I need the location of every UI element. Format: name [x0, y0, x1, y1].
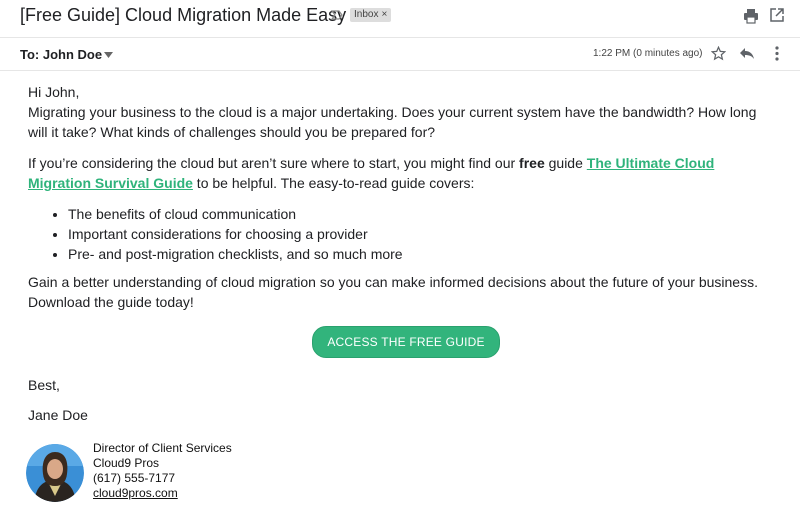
- guide-paragraph: If you’re considering the cloud but aren…: [28, 153, 768, 193]
- list-item: Pre- and post-migration checklists, and …: [68, 244, 768, 264]
- open-in-new-window-icon[interactable]: [770, 8, 784, 22]
- signature-title: Director of Client Services: [93, 441, 232, 455]
- signature-company: Cloud9 Pros: [93, 456, 160, 470]
- guide-paragraph-end: to be helpful. The easy-to-read guide co…: [192, 175, 475, 191]
- chevron-down-icon[interactable]: [104, 52, 113, 58]
- signature-website-link[interactable]: cloud9pros.com: [93, 486, 178, 500]
- email-subject: [Free Guide] Cloud Migration Made Easy: [20, 5, 347, 25]
- free-emphasis: free: [519, 155, 545, 171]
- access-free-guide-button[interactable]: ACCESS THE FREE GUIDE: [312, 326, 500, 358]
- remove-label-icon[interactable]: ×: [381, 9, 387, 20]
- inbox-label-chip: Inbox ×: [350, 8, 392, 22]
- email-body: Hi John, Migrating your business to the …: [28, 82, 768, 312]
- recipient-line: To: John Doe: [20, 47, 103, 62]
- greeting: Hi John,: [28, 84, 80, 100]
- subject-bar: [Free Guide] Cloud Migration Made Easy I…: [0, 0, 800, 38]
- message-header: To: John Doe 1:22 PM (0 minutes ago): [0, 39, 800, 71]
- avatar: [26, 444, 84, 502]
- important-marker-icon[interactable]: [331, 9, 343, 21]
- list-item: The benefits of cloud communication: [68, 204, 768, 224]
- print-icon[interactable]: [743, 8, 759, 24]
- more-vert-icon[interactable]: [775, 46, 779, 61]
- reply-icon[interactable]: [739, 47, 755, 60]
- message-timestamp: 1:22 PM (0 minutes ago): [593, 48, 703, 59]
- guide-paragraph-start: If you’re considering the cloud but aren…: [28, 155, 520, 171]
- signature-block: Director of Client Services Cloud9 Pros …: [93, 441, 232, 501]
- cta-container: ACCESS THE FREE GUIDE: [0, 326, 800, 358]
- inbox-label-text: Inbox: [354, 9, 379, 20]
- closing-paragraph: Gain a better understanding of cloud mig…: [28, 274, 758, 310]
- sender-name: Jane Doe: [28, 407, 88, 423]
- list-item: Important considerations for choosing a …: [68, 224, 768, 244]
- intro-paragraph: Migrating your business to the cloud is …: [28, 104, 757, 140]
- guide-topics-list: The benefits of cloud communication Impo…: [28, 204, 768, 264]
- signature-phone: (617) 555-7177: [93, 471, 176, 485]
- star-icon[interactable]: [711, 46, 726, 61]
- sign-off: Best,: [28, 377, 60, 393]
- guide-paragraph-mid: guide: [544, 155, 587, 171]
